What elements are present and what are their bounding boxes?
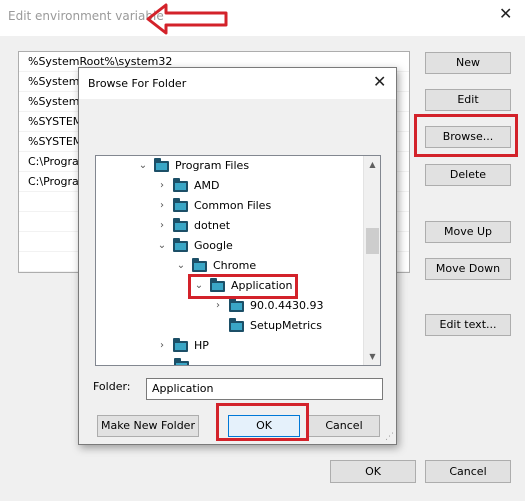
- browse-button[interactable]: Browse...: [425, 126, 511, 148]
- tree-item-dotnet[interactable]: › dotnet: [155, 216, 230, 236]
- move-up-button[interactable]: Move Up: [425, 221, 511, 243]
- scroll-down-icon[interactable]: ▼: [364, 348, 380, 365]
- tree-item-label: Google: [194, 239, 233, 252]
- tree-item-label: Program Files: [175, 159, 250, 172]
- edit-button[interactable]: Edit: [425, 89, 511, 111]
- tree-item-version[interactable]: › 90.0.4430.93: [211, 296, 323, 316]
- tree-item-program-files[interactable]: ⌄ Program Files: [136, 156, 249, 176]
- chevron-icon[interactable]: ›: [155, 216, 169, 236]
- tree-item-partial[interactable]: [174, 356, 195, 365]
- resize-grip-icon[interactable]: ⋰: [385, 432, 394, 442]
- tree-item-hp[interactable]: › HP: [155, 336, 209, 356]
- folder-icon: [192, 257, 207, 272]
- scroll-thumb[interactable]: [366, 228, 379, 254]
- scroll-up-icon[interactable]: ▲: [364, 156, 380, 173]
- chevron-icon[interactable]: ›: [155, 176, 169, 196]
- folder-icon: [210, 277, 225, 292]
- tree-item-application[interactable]: ⌄ Application: [192, 276, 292, 296]
- tree-item-label: dotnet: [194, 219, 231, 232]
- chevron-icon[interactable]: ›: [155, 196, 169, 216]
- tree-item-amd[interactable]: › AMD: [155, 176, 220, 196]
- delete-button[interactable]: Delete: [425, 164, 511, 186]
- tree-item-label: Application: [231, 279, 293, 292]
- folder-icon: [173, 177, 188, 192]
- chevron-icon[interactable]: ›: [211, 296, 225, 316]
- ok-button[interactable]: OK: [330, 460, 416, 483]
- dialog-cancel-button[interactable]: Cancel: [308, 415, 380, 437]
- folder-icon: [154, 157, 169, 172]
- tree-item-label: Common Files: [194, 199, 272, 212]
- chevron-icon[interactable]: ›: [155, 336, 169, 356]
- chevron-icon[interactable]: ⌄: [192, 276, 206, 296]
- dialog-title: Browse For Folder: [88, 77, 187, 90]
- folder-icon: [173, 237, 188, 252]
- folder-icon: [174, 357, 189, 365]
- tree-item-label: AMD: [194, 179, 220, 192]
- window-close-icon[interactable]: ✕: [499, 4, 512, 23]
- cancel-button[interactable]: Cancel: [425, 460, 511, 483]
- move-down-button[interactable]: Move Down: [425, 258, 511, 280]
- dialog-close-icon[interactable]: ✕: [373, 72, 386, 91]
- tree-item-common-files[interactable]: › Common Files: [155, 196, 271, 216]
- chevron-icon[interactable]: ⌄: [174, 256, 188, 276]
- edit-text-button[interactable]: Edit text...: [425, 314, 511, 336]
- tree-item-setupmetrics[interactable]: SetupMetrics: [211, 316, 322, 336]
- tree-item-label: SetupMetrics: [250, 319, 322, 332]
- chevron-icon[interactable]: ⌄: [155, 236, 169, 256]
- window-title: Edit environment variable: [8, 9, 164, 23]
- make-new-folder-button[interactable]: Make New Folder: [97, 415, 199, 437]
- tree-item-label: 90.0.4430.93: [250, 299, 324, 312]
- folder-icon: [229, 317, 244, 332]
- new-button[interactable]: New: [425, 52, 511, 74]
- tree-item-label: Chrome: [213, 259, 257, 272]
- folder-tree[interactable]: ⌄ Program Files › AMD › Common Files › d…: [95, 155, 381, 366]
- folder-icon: [173, 217, 188, 232]
- tree-item-chrome[interactable]: ⌄ Chrome: [174, 256, 256, 276]
- tree-item-label: HP: [194, 339, 209, 352]
- folder-icon: [229, 297, 244, 312]
- browse-for-folder-dialog: Browse For Folder ✕ ⌄ Program Files › AM…: [78, 67, 397, 445]
- folder-icon: [173, 337, 188, 352]
- dialog-ok-button[interactable]: OK: [228, 415, 300, 437]
- dialog-titlebar: Browse For Folder ✕: [79, 68, 396, 99]
- tree-item-google[interactable]: ⌄ Google: [155, 236, 233, 256]
- chevron-icon[interactable]: ⌄: [136, 156, 150, 176]
- red-arrow-icon: [146, 3, 228, 35]
- tree-scrollbar[interactable]: ▲ ▼: [363, 156, 380, 365]
- folder-input[interactable]: Application: [146, 378, 383, 400]
- folder-label: Folder:: [93, 380, 131, 393]
- folder-icon: [173, 197, 188, 212]
